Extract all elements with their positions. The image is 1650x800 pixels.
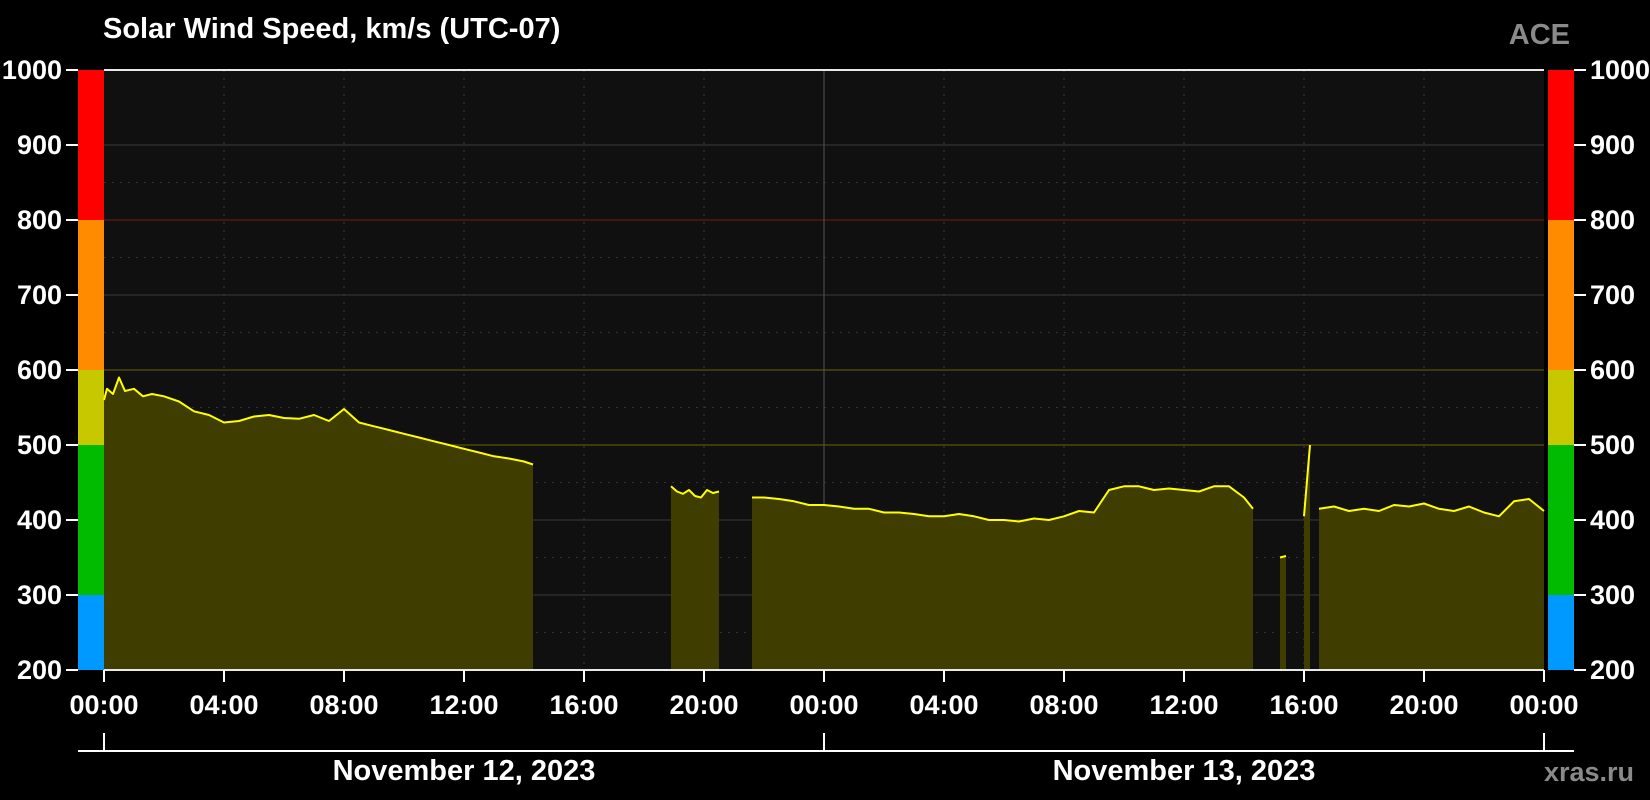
- x-tick-label-4: 16:00: [549, 690, 618, 720]
- y-tick-label-right-3: 500: [1590, 430, 1635, 460]
- y-tick-label-right-6: 800: [1590, 205, 1635, 235]
- x-tick-label-10: 16:00: [1269, 690, 1338, 720]
- y-tick-label-left-1: 300: [17, 580, 62, 610]
- x-tick-label-11: 20:00: [1389, 690, 1458, 720]
- threshold-band-left-3: [78, 220, 104, 370]
- x-tick-label-3: 12:00: [429, 690, 498, 720]
- y-tick-label-left-2: 400: [17, 505, 62, 535]
- y-tick-label-right-4: 600: [1590, 355, 1635, 385]
- threshold-band-right-2: [1548, 370, 1574, 445]
- x-tick-label-2: 08:00: [309, 690, 378, 720]
- y-tick-label-right-1: 300: [1590, 580, 1635, 610]
- threshold-band-left-2: [78, 370, 104, 445]
- date-label-1: November 13, 2023: [1053, 755, 1316, 787]
- threshold-band-right-1: [1548, 445, 1574, 595]
- x-tick-label-7: 04:00: [909, 690, 978, 720]
- series-0-area-5: [1319, 499, 1544, 670]
- y-tick-label-right-2: 400: [1590, 505, 1635, 535]
- y-tick-label-left-6: 800: [17, 205, 62, 235]
- y-tick-label-left-4: 600: [17, 355, 62, 385]
- series-0-area-3: [1280, 556, 1286, 670]
- chart-title: Solar Wind Speed, km/s (UTC-07): [103, 13, 560, 45]
- y-tick-label-right-7: 900: [1590, 130, 1635, 160]
- solar-wind-chart: Solar Wind Speed, km/s (UTC-07) ACE 200 2…: [0, 0, 1650, 800]
- y-tick-label-left-5: 700: [17, 280, 62, 310]
- threshold-band-right-3: [1548, 220, 1574, 370]
- threshold-band-right-4: [1548, 70, 1574, 220]
- series-0-area-1: [671, 486, 719, 670]
- threshold-band-left-0: [78, 595, 104, 670]
- threshold-band-left-4: [78, 70, 104, 220]
- x-tick-label-6: 00:00: [789, 690, 858, 720]
- y-tick-label-left-3: 500: [17, 430, 62, 460]
- x-tick-label-12: 00:00: [1509, 690, 1578, 720]
- x-tick-label-8: 08:00: [1029, 690, 1098, 720]
- x-tick-label-1: 04:00: [189, 690, 258, 720]
- threshold-band-right-0: [1548, 595, 1574, 670]
- threshold-band-left-1: [78, 445, 104, 595]
- y-tick-label-left-8: 1000: [2, 55, 62, 85]
- x-tick-label-5: 20:00: [669, 690, 738, 720]
- x-tick-label-0: 00:00: [69, 690, 138, 720]
- y-tick-label-left-0: 200: [17, 655, 62, 685]
- y-tick-label-right-5: 700: [1590, 280, 1635, 310]
- y-tick-label-right-8: 1000: [1590, 55, 1650, 85]
- date-label-0: November 12, 2023: [333, 755, 596, 787]
- y-tick-label-right-0: 200: [1590, 655, 1635, 685]
- y-tick-label-left-7: 900: [17, 130, 62, 160]
- x-tick-label-9: 12:00: [1149, 690, 1218, 720]
- credit-label: xras.ru: [1544, 757, 1634, 787]
- source-label: ACE: [1509, 19, 1570, 51]
